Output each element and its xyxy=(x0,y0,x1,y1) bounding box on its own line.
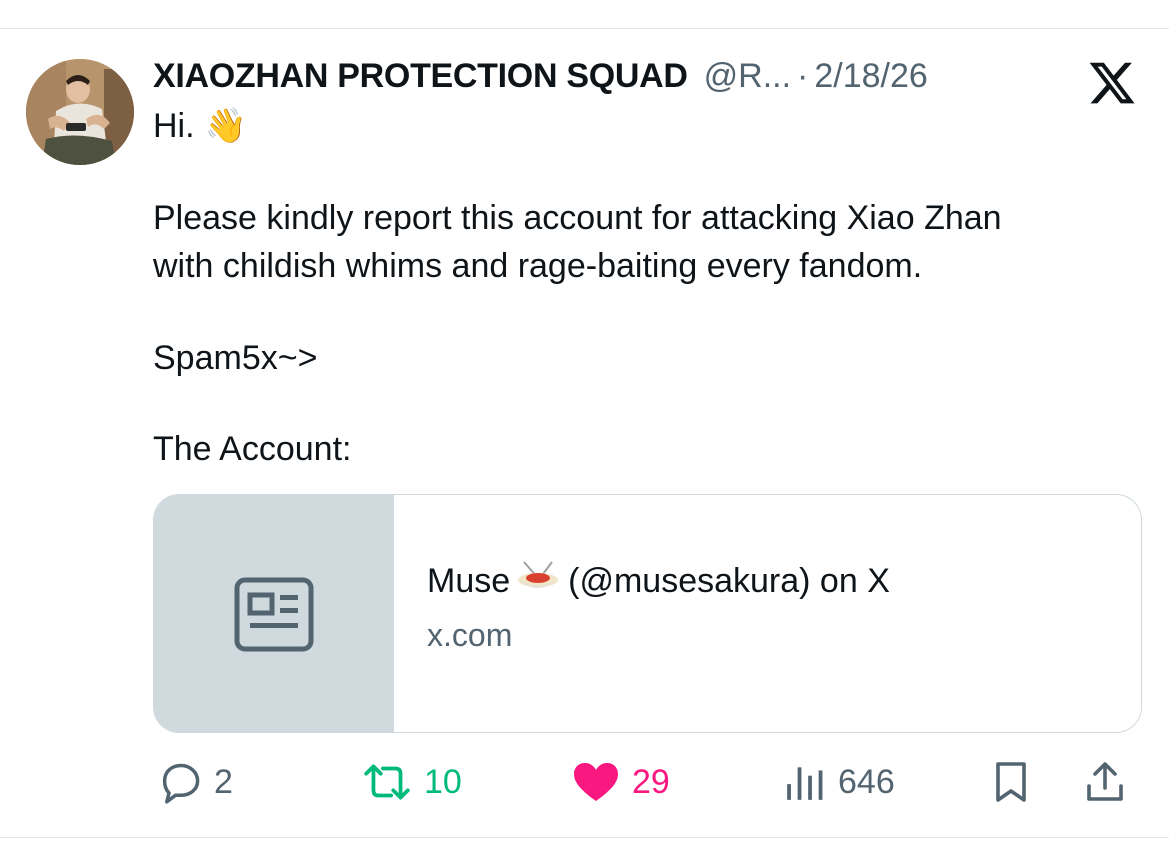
like-button[interactable]: 29 xyxy=(572,752,670,812)
bookmark-icon xyxy=(996,762,1026,802)
author-name[interactable]: XIAOZHAN PROTECTION SQUAD xyxy=(153,54,688,98)
action-bar: 2 10 29 646 xyxy=(0,752,1169,812)
top-divider xyxy=(0,28,1169,29)
avatar-photo xyxy=(26,59,134,165)
share-button[interactable] xyxy=(1085,752,1125,812)
post-text-line: Please kindly report this account for at… xyxy=(153,199,1002,237)
post-date[interactable]: 2/18/26 xyxy=(814,54,927,98)
post-text-line-greeting: Hi. 👋 xyxy=(153,102,1113,150)
post-page: XIAOZHAN PROTECTION SQUAD @R... · 2/18/2… xyxy=(0,0,1169,843)
post-header: XIAOZHAN PROTECTION SQUAD @R... · 2/18/2… xyxy=(153,54,928,98)
reply-count: 2 xyxy=(214,762,233,801)
card-title-name: Muse xyxy=(427,562,511,600)
bookmark-button[interactable] xyxy=(993,752,1029,812)
views-icon xyxy=(787,767,823,800)
card-domain: x.com xyxy=(427,617,513,653)
heart-icon xyxy=(574,763,618,801)
article-icon xyxy=(234,577,314,652)
waving-hand-emoji: 👋 xyxy=(204,107,247,145)
like-count: 29 xyxy=(632,762,670,801)
bottom-divider xyxy=(0,837,1169,838)
author-handle[interactable]: @R... xyxy=(704,54,791,98)
post-text-line: Spam5x~> xyxy=(153,339,318,377)
header-separator: · xyxy=(797,57,809,95)
card-title[interactable]: Muse (@musesakura) on X xyxy=(427,559,890,603)
reply-icon xyxy=(162,763,200,804)
retweet-icon xyxy=(364,764,410,800)
views-count: 646 xyxy=(838,762,895,801)
card-thumbnail xyxy=(154,495,394,732)
reply-button[interactable]: 2 xyxy=(158,752,233,812)
spaghetti-icon xyxy=(516,560,560,596)
x-logo-icon[interactable] xyxy=(1086,58,1138,108)
views-button[interactable]: 646 xyxy=(784,752,895,812)
share-icon xyxy=(1087,762,1123,801)
retweet-button[interactable]: 10 xyxy=(362,752,462,812)
post-text-line: with childish whims and rage-baiting eve… xyxy=(153,247,923,285)
greeting-text: Hi. xyxy=(153,107,195,145)
link-card[interactable]: Muse (@musesakura) on X x.com xyxy=(153,494,1142,733)
avatar[interactable] xyxy=(26,59,134,165)
card-title-handle: (@musesakura) on X xyxy=(568,562,890,600)
retweet-count: 10 xyxy=(424,762,462,801)
post-text-line: The Account: xyxy=(153,430,352,468)
